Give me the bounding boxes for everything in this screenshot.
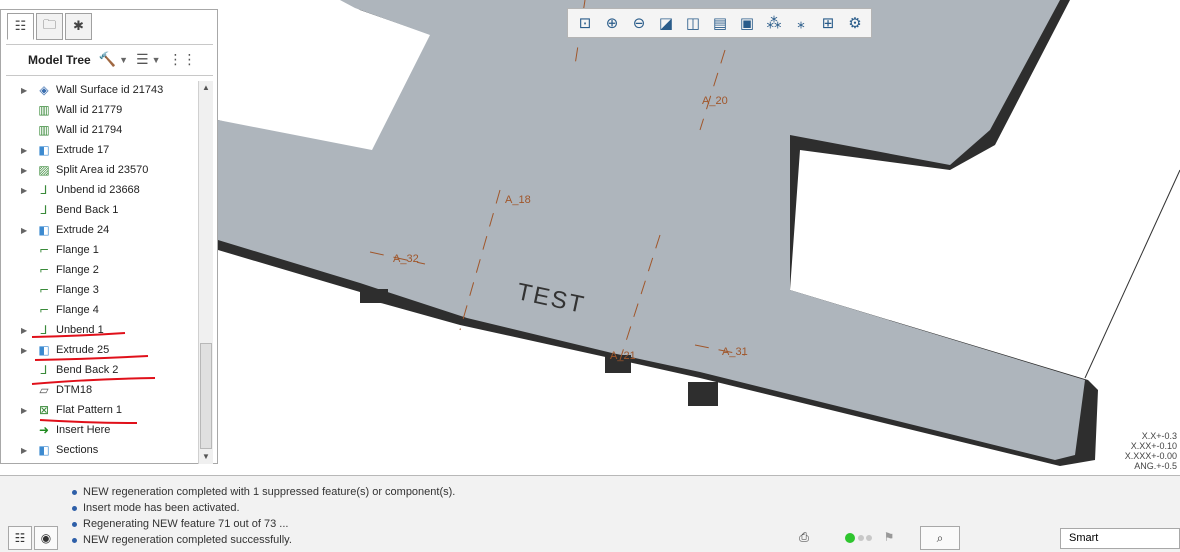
zoom-in-icon[interactable]: ⊕ [599,11,625,35]
zoom-out-icon[interactable]: ⊖ [626,11,652,35]
view-toolbar: ⊡ ⊕ ⊖ ◪ ◫ ▤ ▣ ⁂ ⁎ ⊞ ⚙ [567,8,872,38]
tree-item-flange[interactable]: ⌐ Flange 1 [6,240,196,260]
favorites-tab-icon[interactable]: ✱ [65,13,92,40]
wall-icon: ▥ [38,103,50,117]
model-tree-tab-icon[interactable]: ☷ [7,13,34,40]
surface-icon: ◈ [39,83,49,97]
message-log: NEW regeneration completed with 1 suppre… [72,484,455,548]
tree-item-flange[interactable]: ⌐ Flange 3 [6,280,196,300]
expand-arrow-icon[interactable]: ▶ [6,146,35,155]
tree-item-unbend[interactable]: ▶ ⅃ Unbend id 23668 [6,180,196,200]
tools-icon[interactable]: 🔨 [99,52,116,68]
tolerance-display: X.X+-0.3 X.XX+-0.10 X.XXX+-0.00 ANG.+-0.… [1124,431,1177,471]
expand-arrow-icon[interactable]: ▶ [6,186,35,195]
regen-status-icon [845,533,855,543]
regen-status-dot-icon [866,535,872,541]
tree-item-wall-surface[interactable]: ▶ ◈ Wall Surface id 21743 [6,80,196,100]
expand-arrow-icon[interactable]: ▶ [6,226,35,235]
display-style-icon[interactable]: ◫ [680,11,706,35]
find-binoculars-icon[interactable]: ⌕ [920,526,960,550]
extrude-icon: ◧ [38,223,50,237]
extrude-icon: ◧ [38,143,50,157]
regenerate-icon[interactable]: ⎙ [793,526,815,548]
axis-label-a21: A_21 [610,350,636,362]
expand-arrow-icon[interactable]: ▶ [6,446,35,455]
expand-arrow-icon[interactable]: ▶ [6,166,35,175]
tree-item-wall[interactable]: ▥ Wall id 21779 [6,100,196,120]
view-manager-icon[interactable]: ▣ [734,11,760,35]
repaint-icon[interactable]: ◪ [653,11,679,35]
tree-item-sections[interactable]: ▶ ◧ Sections [6,440,196,460]
axis-label-a20: A_20 [702,95,728,107]
selection-filter-dropdown[interactable]: Smart [1060,528,1180,549]
browser-toggle-icon[interactable]: ◉ [34,526,58,550]
tree-item-extrude[interactable]: ▶ ◧ Extrude 24 [6,220,196,240]
wall-icon: ▥ [38,123,50,137]
scroll-down-icon[interactable]: ▼ [199,450,213,464]
regen-status-dot-icon [858,535,864,541]
chevron-down-icon[interactable]: ▼ [152,55,161,65]
model-tree-toggle-icon[interactable]: ☷ [8,526,32,550]
axis-label-a31: A_31 [722,346,748,358]
red-markup-annotations [31,332,156,424]
tree-item-flange[interactable]: ⌐ Flange 2 [6,260,196,280]
message-area: NEW regeneration completed with 1 suppre… [0,475,1180,552]
status-message: NEW regeneration completed with 1 suppre… [72,484,455,500]
tree-item-extrude[interactable]: ▶ ◧ Extrude 17 [6,140,196,160]
status-message: Insert mode has been activated. [72,500,455,516]
axis-label-a32: A_32 [393,253,419,265]
tree-scrollbar[interactable]: ▲ ▼ [198,81,213,464]
coordinate-system-toggle-icon[interactable]: ⚙ [842,11,868,35]
filter-icon[interactable]: ⋮⋮ [169,52,197,68]
tree-item-bend-back[interactable]: ⅃ Bend Back 1 [6,200,196,220]
chevron-down-icon[interactable]: ▼ [119,55,128,65]
settings-list-icon[interactable]: ☰ [136,52,149,68]
tab-notch [688,382,718,406]
scroll-up-icon[interactable]: ▲ [199,81,213,95]
tree-item-wall[interactable]: ▥ Wall id 21794 [6,120,196,140]
status-message: Regenerating NEW feature 71 out of 73 ..… [72,516,455,532]
tab-notch [360,289,388,303]
zoom-fit-icon[interactable]: ⊡ [572,11,598,35]
bend-back-icon: ⅃ [40,203,48,217]
datum-planes-toggle-icon[interactable]: ⁂ [761,11,787,35]
flange-icon: ⌐ [38,303,50,317]
datum-axes-toggle-icon[interactable]: ⁎ [788,11,814,35]
tree-item-split-area[interactable]: ▶ ▨ Split Area id 23570 [6,160,196,180]
flange-icon: ⌐ [38,243,50,257]
axis-label-a18: A_18 [505,194,531,206]
folder-browser-tab-icon[interactable]: 🗀 [36,13,63,40]
model-tree-header: Model Tree 🔨 ▼ ☰ ▼ ⋮⋮ [6,44,213,76]
unbend-icon: ⅃ [40,183,48,197]
panel-tabs: ☷ 🗀 ✱ [7,13,94,43]
saved-views-icon[interactable]: ▤ [707,11,733,35]
model-tree-title: Model Tree [28,53,91,67]
tree-item-flange[interactable]: ⌐ Flange 4 [6,300,196,320]
scroll-thumb[interactable] [200,343,212,449]
sections-icon: ◧ [38,443,50,457]
flange-icon: ⌐ [38,283,50,297]
flange-icon: ⌐ [38,263,50,277]
point-toggle-icon[interactable]: ⊞ [815,11,841,35]
status-message: NEW regeneration completed successfully. [72,532,455,548]
split-area-icon: ▨ [38,163,50,177]
expand-arrow-icon[interactable]: ▶ [6,86,35,95]
flag-icon[interactable]: ⚑ [878,526,900,548]
